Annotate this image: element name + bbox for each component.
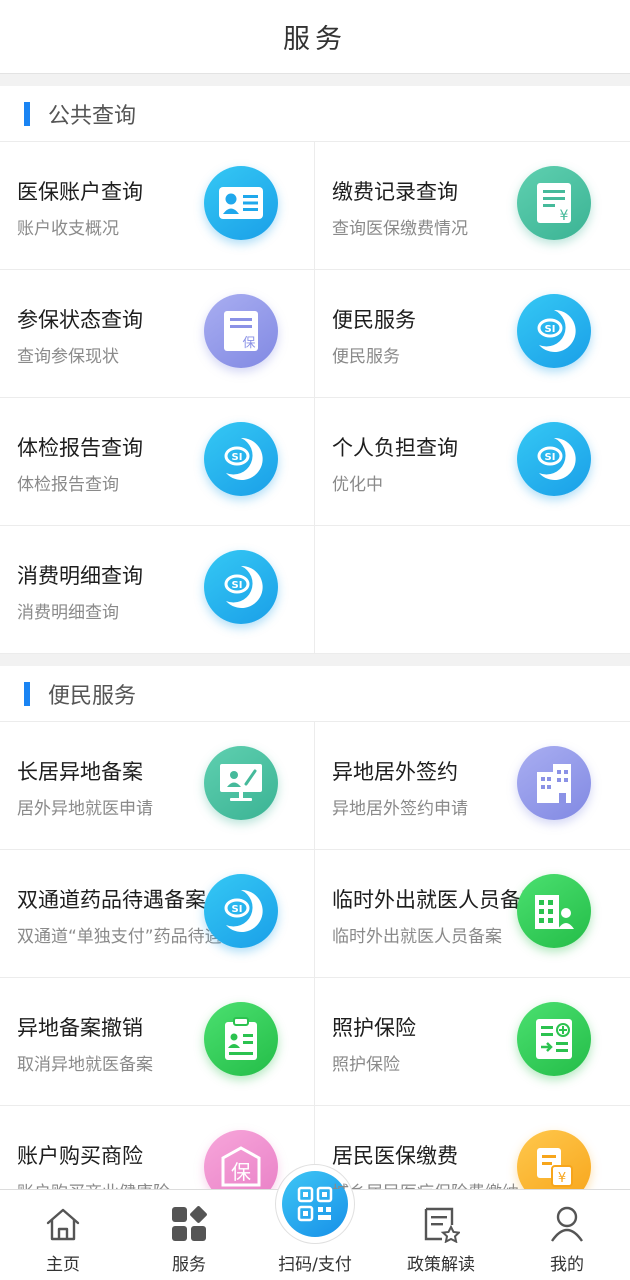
service-item-title: 异地居外签约	[332, 760, 458, 784]
svg-text:SI: SI	[232, 452, 243, 463]
page-header: 服务	[0, 0, 630, 74]
section-header: 公共查询	[0, 86, 630, 142]
service-item-subtitle: 城乡居民医疗保险费缴纳	[332, 1178, 519, 1189]
svg-text:SI: SI	[545, 452, 556, 463]
bao-glyph: 保	[242, 336, 255, 351]
service-item-subtitle: 照护保险	[332, 1055, 400, 1075]
page-title: 服务	[283, 24, 347, 55]
service-item-subtitle: 账户购买商业健康险	[17, 1178, 170, 1189]
bao-badge-icon: 保	[204, 1130, 278, 1189]
service-item-title: 医保账户查询	[17, 180, 143, 204]
service-item-subtitle: 账户收支概况	[17, 219, 119, 239]
section-header: 便民服务	[0, 666, 630, 722]
user-icon	[547, 1204, 587, 1244]
service-item-resident-insurance-payment[interactable]: 居民医保缴费 城乡居民医疗保险费缴纳 ¥	[315, 1106, 630, 1189]
service-item-title: 便民服务	[332, 308, 416, 332]
section-accent-bar	[24, 101, 30, 126]
clipboard-person-icon	[204, 1002, 278, 1076]
service-item-title: 体检报告查询	[17, 436, 143, 460]
svg-text:SI: SI	[232, 904, 243, 915]
service-item-remote-filing-cancel[interactable]: 异地备案撤销 取消异地就医备案	[0, 978, 315, 1106]
tab-label: 主页	[46, 1255, 80, 1275]
payment-yuan-icon: ¥	[517, 1130, 591, 1189]
tab-scan-pay[interactable]: 扫码/支付	[252, 1164, 378, 1280]
section-convenience-service: 便民服务 长居异地备案 居外异地就医申请 异地居外签约 异地居外签约申请 双通道…	[0, 666, 630, 1189]
service-item-subtitle: 居外异地就医申请	[17, 799, 153, 819]
service-item-subtitle: 便民服务	[332, 347, 400, 367]
section-accent-bar	[24, 681, 30, 706]
bottom-tab-bar: 主页 服务 扫码/支付 政策解读 我的	[0, 1164, 630, 1280]
section-title: 便民服务	[48, 683, 137, 709]
service-item-personal-burden-query[interactable]: 个人负担查询 优化中 SI	[315, 398, 630, 526]
tab-home[interactable]: 主页	[0, 1190, 126, 1280]
service-item-subtitle: 查询医保缴费情况	[332, 219, 468, 239]
section-title: 公共查询	[48, 103, 137, 129]
si-logo-icon: SI	[517, 294, 591, 368]
policy-star-icon	[421, 1204, 461, 1244]
service-item-convenience-service[interactable]: 便民服务 便民服务 SI	[315, 270, 630, 398]
tab-services[interactable]: 服务	[126, 1190, 252, 1280]
tab-label: 我的	[550, 1255, 584, 1275]
service-item-title: 参保状态查询	[17, 308, 143, 332]
tab-mine[interactable]: 我的	[504, 1190, 630, 1280]
insurance-document-icon: 保	[204, 294, 278, 368]
service-item-subtitle: 取消异地就医备案	[17, 1055, 153, 1075]
service-item-dual-channel-drug-filing[interactable]: 双通道药品待遇备案 双通道“单独支付”药品待遇备案 SI	[0, 850, 315, 978]
service-item-payment-record-query[interactable]: 缴费记录查询 查询医保缴费情况 ¥	[315, 142, 630, 270]
service-content[interactable]: 公共查询 医保账户查询 账户收支概况 缴费记录查询 查询医保缴费情况 ¥ 参保状…	[0, 74, 630, 1189]
si-logo-icon: SI	[204, 422, 278, 496]
si-logo-icon: SI	[517, 422, 591, 496]
tab-policy[interactable]: 政策解读	[378, 1190, 504, 1280]
si-logo-icon: SI	[204, 874, 278, 948]
svg-text:SI: SI	[232, 580, 243, 591]
svg-text:SI: SI	[545, 324, 556, 335]
scan-pay-button[interactable]	[275, 1164, 355, 1244]
service-item-subtitle: 异地居外签约申请	[332, 799, 468, 819]
bao-glyph: 保	[231, 1160, 251, 1184]
service-item-insurance-status-query[interactable]: 参保状态查询 查询参保现状 保	[0, 270, 315, 398]
service-item-subtitle: 体检报告查询	[17, 475, 119, 495]
service-item-title: 照护保险	[332, 1016, 416, 1040]
empty-cell	[315, 526, 630, 654]
service-item-subtitle: 消费明细查询	[17, 603, 119, 623]
id-card-icon	[204, 166, 278, 240]
tab-label: 扫码/支付	[278, 1255, 352, 1275]
grid-apps-icon	[169, 1204, 209, 1244]
service-item-title: 长居异地备案	[17, 760, 143, 784]
service-item-title: 个人负担查询	[332, 436, 458, 460]
service-item-title: 临时外出就医人员备案	[332, 888, 542, 912]
service-item-subtitle: 查询参保现状	[17, 347, 119, 367]
service-item-subtitle: 临时外出就医人员备案	[332, 927, 502, 947]
receipt-yuan-icon: ¥	[517, 166, 591, 240]
service-item-medical-account-query[interactable]: 医保账户查询 账户收支概况	[0, 142, 315, 270]
home-icon	[43, 1204, 83, 1244]
service-item-title: 账户购买商险	[17, 1144, 143, 1168]
service-item-consumption-detail-query[interactable]: 消费明细查询 消费明细查询 SI	[0, 526, 315, 654]
service-item-subtitle: 优化中	[332, 475, 383, 495]
tab-label: 政策解读	[407, 1255, 475, 1275]
service-item-title: 居民医保缴费	[332, 1144, 458, 1168]
service-item-buy-commercial-insurance[interactable]: 账户购买商险 账户购买商业健康险 保	[0, 1106, 315, 1189]
service-item-long-term-residence-filing[interactable]: 长居异地备案 居外异地就医申请	[0, 722, 315, 850]
care-document-icon	[517, 1002, 591, 1076]
service-item-title: 双通道药品待遇备案	[17, 888, 206, 912]
grid-person-icon	[517, 874, 591, 948]
si-logo-icon: SI	[204, 550, 278, 624]
service-item-title: 缴费记录查询	[332, 180, 458, 204]
tab-label: 服务	[172, 1255, 206, 1275]
yuan-glyph: ¥	[558, 1171, 566, 1186]
building-icon	[517, 746, 591, 820]
section-public-query: 公共查询 医保账户查询 账户收支概况 缴费记录查询 查询医保缴费情况 ¥ 参保状…	[0, 86, 630, 654]
service-item-care-insurance[interactable]: 照护保险 照护保险	[315, 978, 630, 1106]
service-item-temporary-outbound-filing[interactable]: 临时外出就医人员备案 临时外出就医人员备案	[315, 850, 630, 978]
service-item-title: 异地备案撤销	[17, 1016, 143, 1040]
service-item-checkup-report-query[interactable]: 体检报告查询 体检报告查询 SI	[0, 398, 315, 526]
yuan-glyph: ¥	[560, 208, 569, 224]
service-item-title: 消费明细查询	[17, 564, 143, 588]
presentation-board-icon	[204, 746, 278, 820]
service-item-remote-residence-signing[interactable]: 异地居外签约 异地居外签约申请	[315, 722, 630, 850]
